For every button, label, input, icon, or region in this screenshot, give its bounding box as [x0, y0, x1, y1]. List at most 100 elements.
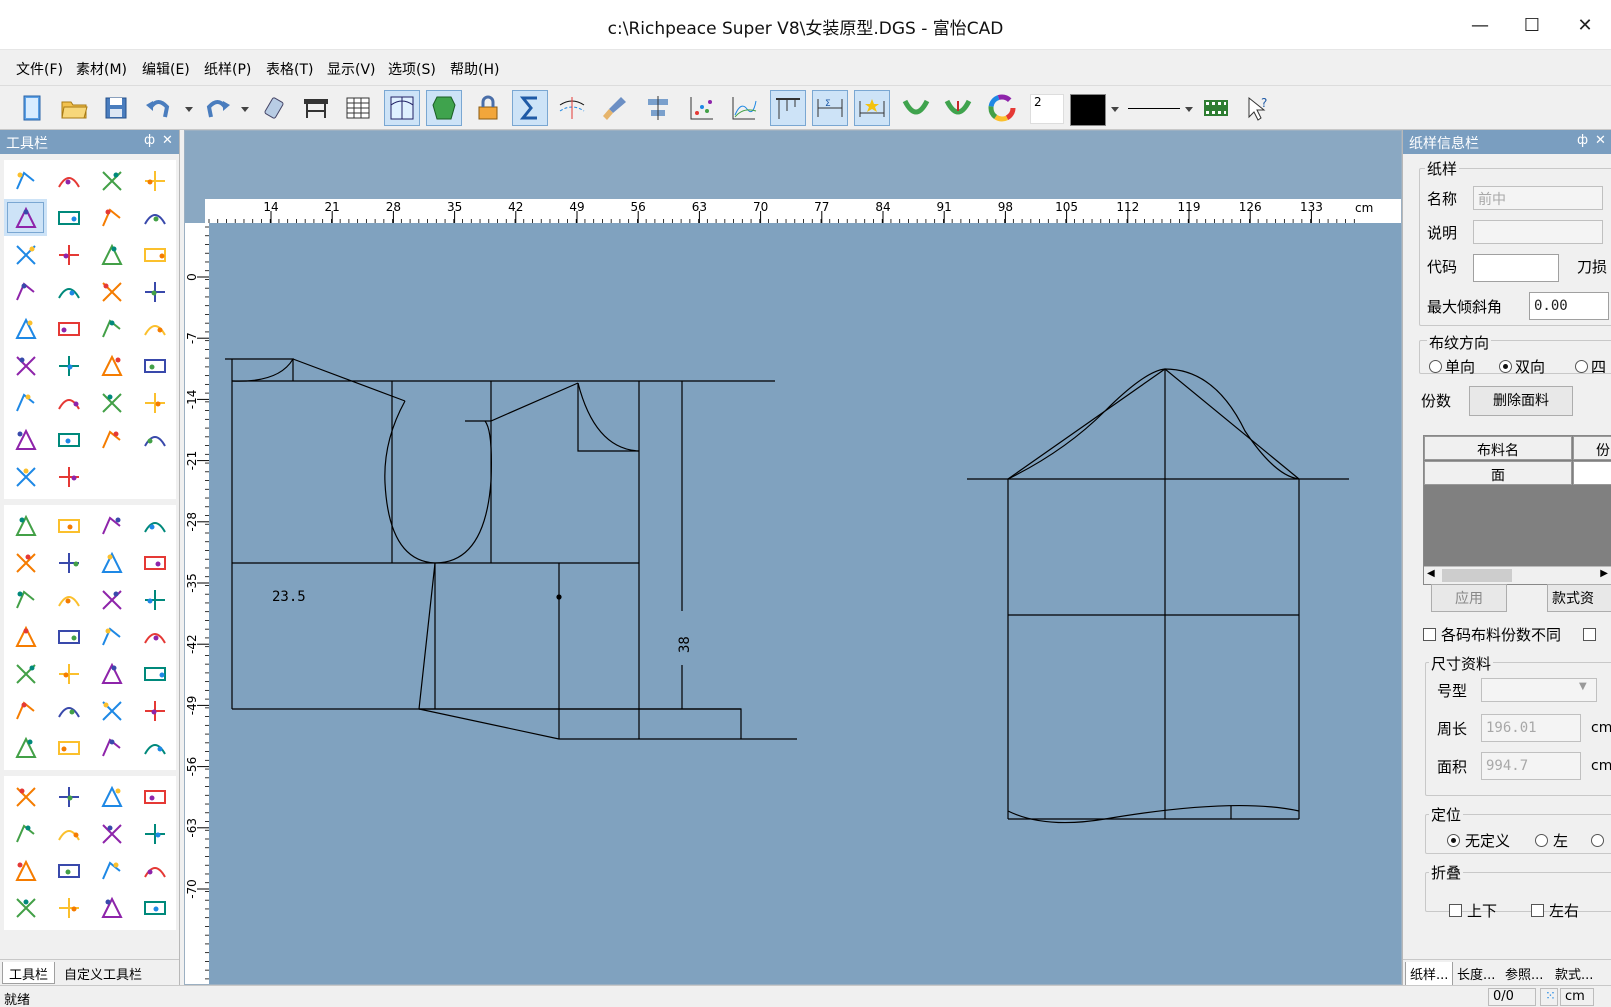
fold-updown-checkbox[interactable] [1449, 904, 1462, 917]
scatter-points-icon[interactable] [684, 90, 720, 126]
fabric-table-scrollbar[interactable]: ◀ ▶ [1424, 566, 1611, 584]
adjust-tool-icon[interactable] [90, 162, 133, 199]
table-grid-icon[interactable] [340, 90, 376, 126]
spiral-icon[interactable] [47, 421, 90, 458]
dart-tool-icon[interactable] [90, 273, 133, 310]
drip-icon[interactable] [133, 655, 176, 692]
triangle-fan-icon[interactable] [90, 384, 133, 421]
corner-cut-icon[interactable] [47, 544, 90, 581]
measure-ruler-icon[interactable] [770, 90, 806, 126]
corner-notch-icon[interactable] [47, 815, 90, 852]
measure-piece-icon[interactable] [90, 544, 133, 581]
seam-line-icon[interactable] [554, 90, 590, 126]
undo-icon[interactable] [140, 90, 176, 126]
tab-pattern[interactable]: 纸样... [1405, 962, 1454, 986]
tab-toolbar[interactable]: 工具栏 [2, 962, 56, 984]
scissors-line-icon[interactable] [4, 236, 47, 273]
smart-pen-icon[interactable] [47, 162, 90, 199]
node-line-icon[interactable] [4, 729, 47, 766]
area-field[interactable]: 994.7 [1481, 752, 1581, 780]
menu-table[interactable]: 表格(T) [266, 59, 313, 79]
pencil-mark-icon[interactable] [133, 729, 176, 766]
grain-double-radio[interactable] [1499, 360, 1512, 373]
door-icon[interactable] [90, 778, 133, 815]
delete-fabric-button[interactable]: 删除面料 [1469, 386, 1573, 416]
angle-icon[interactable] [90, 889, 133, 926]
menu-pattern[interactable]: 纸样(P) [204, 59, 251, 79]
stripe-icon[interactable] [4, 544, 47, 581]
fold-leftright-checkbox[interactable] [1531, 904, 1544, 917]
color-swatch[interactable] [1070, 94, 1106, 126]
pentagon-icon[interactable] [4, 384, 47, 421]
undo-dropdown-icon[interactable] [182, 90, 196, 126]
menu-material[interactable]: 素材(M) [76, 59, 127, 79]
flag-icon[interactable] [90, 581, 133, 618]
dress-icon[interactable] [4, 655, 47, 692]
line-tool-icon[interactable] [47, 236, 90, 273]
pocket-icon[interactable] [47, 507, 90, 544]
name-field[interactable]: 前中 [1473, 186, 1603, 210]
grain-four-radio[interactable] [1575, 360, 1588, 373]
brush-icon[interactable] [596, 90, 632, 126]
grid-view-icon[interactable] [384, 90, 420, 126]
size-edit-icon[interactable] [133, 310, 176, 347]
window-stack-icon[interactable] [133, 778, 176, 815]
maximize-button[interactable]: ☐ [1512, 10, 1552, 40]
save-icon[interactable] [98, 90, 134, 126]
max-tilt-field[interactable]: 0.00 [1529, 292, 1609, 320]
fill-bucket-icon[interactable] [90, 618, 133, 655]
new-file-icon[interactable] [14, 90, 50, 126]
scroll-left-icon[interactable]: ◀ [1427, 568, 1435, 579]
dotted-line-icon[interactable] [133, 815, 176, 852]
align-icon[interactable] [640, 90, 676, 126]
frame-icon[interactable] [90, 852, 133, 889]
collar-curve-icon[interactable] [940, 90, 976, 126]
point-tool-icon[interactable] [133, 199, 176, 236]
button-icon[interactable] [4, 581, 47, 618]
pattern-info-close-icon[interactable]: ✕ [1595, 133, 1606, 148]
line-style-select[interactable] [1126, 96, 1196, 122]
menu-options[interactable]: 选项(S) [388, 59, 436, 79]
balance-icon[interactable] [133, 889, 176, 926]
curve-hook-icon[interactable] [4, 889, 47, 926]
drawing-canvas[interactable]: 14 21 28 35 42 49 56 63 70 77 84 91 98 105 112 119 126 13… [184, 130, 1402, 985]
gradient-icon[interactable] [90, 692, 133, 729]
select-arrow-icon[interactable] [4, 162, 47, 199]
rotate-icon[interactable] [133, 347, 176, 384]
window-arrow-icon[interactable] [90, 729, 133, 766]
flip-icon[interactable] [4, 618, 47, 655]
wave-shape-icon[interactable] [4, 692, 47, 729]
measure-sigma-icon[interactable]: Σ [812, 90, 848, 126]
scroll-right-icon[interactable]: ▶ [1600, 568, 1608, 579]
digitizer-icon[interactable] [256, 90, 292, 126]
menu-edit[interactable]: 编辑(E) [142, 59, 190, 79]
apply-button[interactable]: 应用 [1431, 584, 1507, 612]
close-button[interactable]: ✕ [1565, 10, 1605, 40]
parallel-icon[interactable] [47, 384, 90, 421]
tab-custom-toolbar[interactable]: 自定义工具栏 [58, 962, 148, 984]
tab-style[interactable]: 款式... [1551, 962, 1597, 985]
bend-icon[interactable] [4, 815, 47, 852]
position-left-radio[interactable] [1535, 834, 1548, 847]
piece-shape-icon[interactable] [4, 507, 47, 544]
bezier-tool-icon[interactable] [133, 162, 176, 199]
line-width-field[interactable]: 2 [1030, 94, 1064, 124]
color-dropdown-icon[interactable] [1108, 90, 1122, 126]
plotter-icon[interactable] [298, 90, 334, 126]
arrow-split-icon[interactable] [47, 889, 90, 926]
fabric-row-name[interactable]: 面 [1424, 461, 1572, 485]
fabric-row-copies[interactable] [1573, 461, 1611, 485]
cut-icon[interactable] [47, 273, 90, 310]
grouping-icon[interactable] [47, 347, 90, 384]
unlink-icon[interactable] [47, 458, 90, 495]
printer-icon[interactable] [133, 692, 176, 729]
per-size-checkbox[interactable] [1423, 628, 1436, 641]
extra-checkbox[interactable] [1583, 628, 1596, 641]
canvas-svg[interactable]: 14 21 28 35 42 49 56 63 70 77 84 91 98 105 112 119 126 13… [185, 131, 1401, 984]
map-icon[interactable] [133, 581, 176, 618]
redo-dropdown-icon[interactable] [238, 90, 252, 126]
pleat-tool-icon[interactable] [133, 273, 176, 310]
angle-edit-icon[interactable] [133, 852, 176, 889]
mirror-icon[interactable] [90, 347, 133, 384]
zigzag-icon[interactable] [90, 815, 133, 852]
